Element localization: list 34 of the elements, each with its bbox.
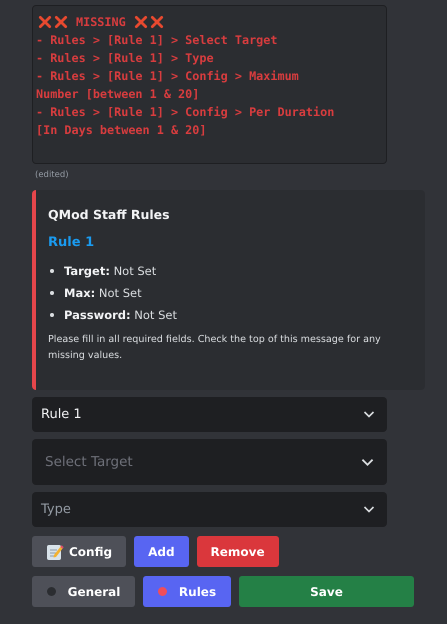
- field-text: Password: Not Set: [64, 308, 177, 322]
- code-line: Number [between 1 & 20]: [36, 86, 200, 103]
- missing-heading: MISSING: [76, 14, 126, 31]
- add-button[interactable]: Add: [134, 536, 189, 567]
- embed-subtitle: Rule 1: [48, 235, 96, 250]
- memo-icon: [46, 542, 64, 560]
- remove-button[interactable]: Remove: [196, 536, 279, 567]
- chevron-down-icon: [363, 410, 375, 419]
- cross-icon: [134, 15, 148, 29]
- embed-title: QMod Staff Rules: [48, 207, 171, 222]
- code-line: - Rules > [Rule 1] > Type: [36, 50, 215, 67]
- cross-icon: [150, 15, 164, 29]
- cross-icon: [38, 15, 52, 29]
- chevron-down-icon: [360, 458, 375, 466]
- edited-label: (edited): [35, 170, 70, 180]
- code-line: - Rules > [Rule 1] > Config > Per Duration: [36, 104, 336, 121]
- nav-button[interactable]: General: [32, 576, 135, 607]
- bullet-icon: [50, 313, 54, 317]
- code-line: [In Days between 1 & 20]: [36, 122, 208, 139]
- select-menu[interactable]: Select Target: [32, 439, 387, 485]
- field-text: Max: Not Set: [64, 286, 142, 300]
- embed-footer: Please fill in all required fields. Check the top of this message for any missing values.: [48, 332, 413, 364]
- config-button[interactable]: Config: [32, 536, 126, 567]
- nav-button[interactable]: Rules: [143, 576, 231, 607]
- bullet-icon: [50, 291, 54, 295]
- select-menu[interactable]: Rule 1: [32, 397, 387, 432]
- code-line: - Rules > [Rule 1] > Select Target: [36, 32, 278, 49]
- save-button[interactable]: Save: [239, 576, 414, 607]
- select-menu[interactable]: Type: [32, 492, 387, 527]
- cross-icon: [54, 15, 68, 29]
- code-line: - Rules > [Rule 1] > Config > Maximum: [36, 68, 300, 85]
- chevron-down-icon: [363, 505, 375, 514]
- field-text: Target: Not Set: [64, 264, 156, 278]
- bullet-icon: [50, 269, 54, 273]
